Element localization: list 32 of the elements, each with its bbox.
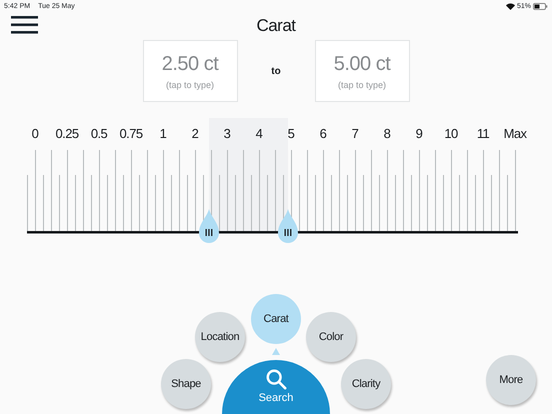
slider-handle[interactable] [277,209,300,245]
search-icon [265,368,287,390]
scale-label: 0.5 [90,126,108,140]
more-button[interactable]: More [486,355,536,405]
scale-label: 10 [443,126,459,140]
pointer-triangle-icon [272,348,280,355]
range-separator: to [270,66,282,76]
scale-label: 7 [350,126,360,140]
scale-label: 0.25 [54,126,80,140]
scale-label: 5 [286,126,296,140]
battery-icon [533,2,548,10]
scale-label: 0.75 [118,126,144,140]
scale-label: 1 [158,126,168,140]
scale-label: 9 [414,126,424,140]
page-title: Carat [256,16,296,36]
filter-button[interactable]: Color [306,312,356,362]
filter-button[interactable]: Clarity [341,359,391,409]
scale-label: 11 [476,126,490,140]
scale-label: Max [502,126,528,140]
filter-button[interactable]: Location [195,312,245,362]
wifi-icon [506,2,515,10]
scale-label: 3 [222,126,232,140]
scale-label: 6 [318,126,328,140]
slider-handle[interactable] [198,209,220,245]
filter-button[interactable]: Carat [251,294,301,344]
search-button[interactable]: Search [222,360,330,414]
scale-label: 2 [190,126,200,140]
filter-button[interactable]: Shape [161,359,211,409]
scale-label: 8 [382,126,392,140]
scale-label: 4 [254,126,264,140]
menu-button[interactable] [11,15,38,35]
scale-label: 0 [30,126,40,140]
